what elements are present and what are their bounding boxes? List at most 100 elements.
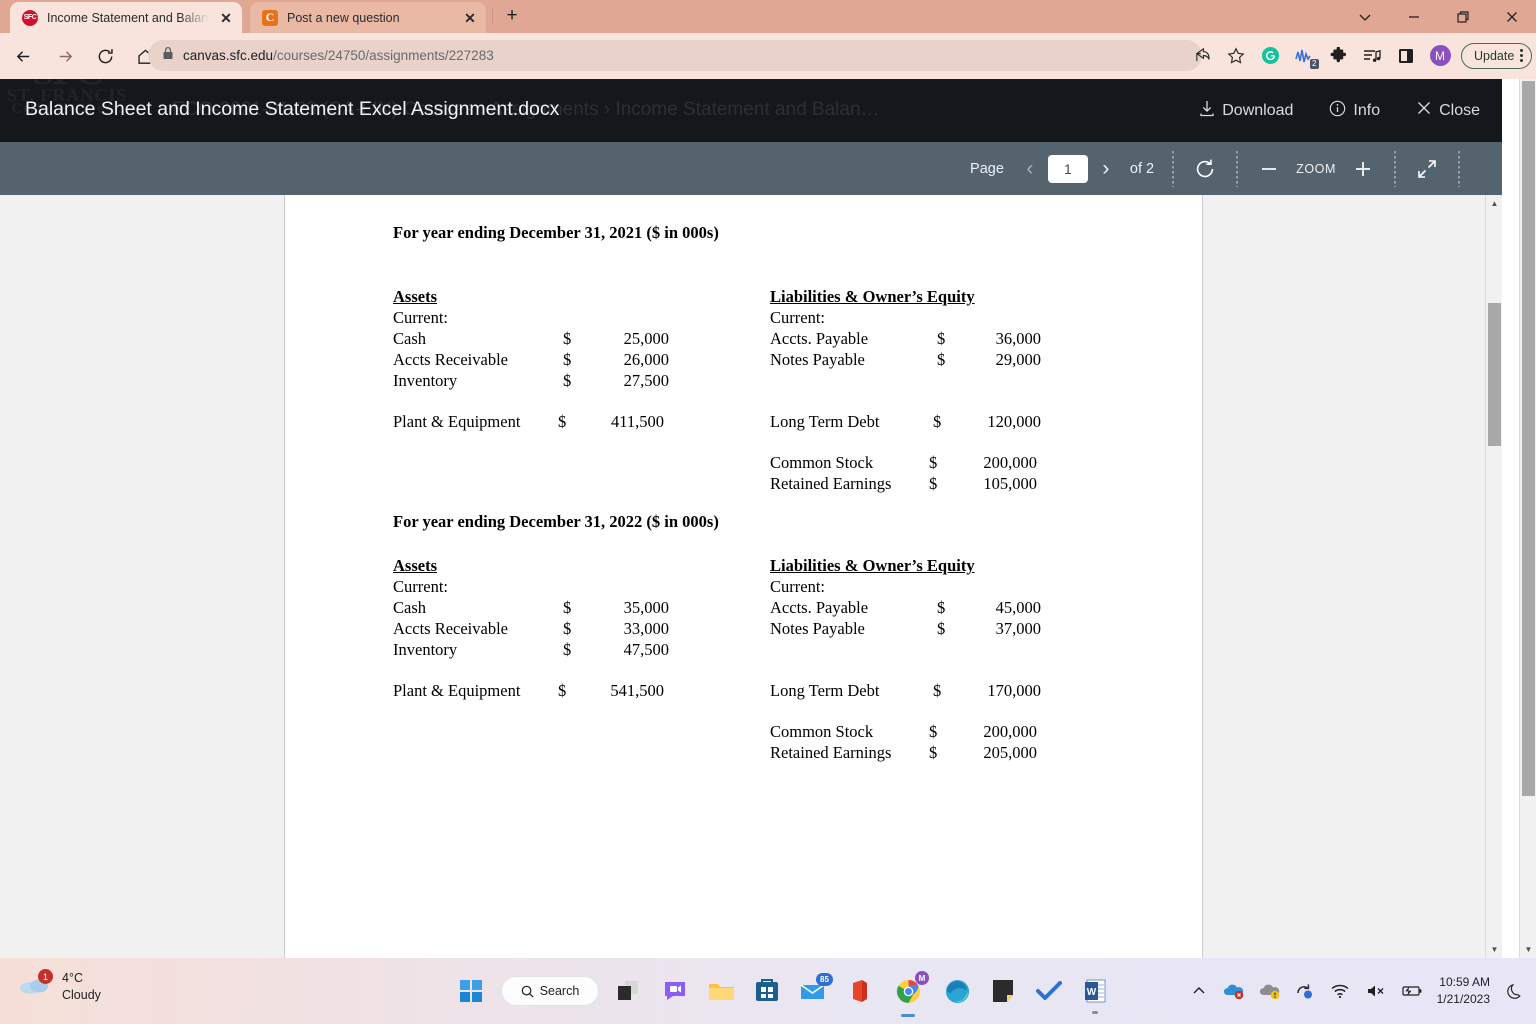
start-button[interactable] <box>455 975 487 1007</box>
extension-badge: 2 <box>1310 59 1319 69</box>
viewer-right-rail <box>1204 195 1502 958</box>
moon-icon[interactable] <box>1504 975 1524 1007</box>
wifi-icon[interactable] <box>1329 975 1351 1007</box>
onedrive-warning-icon[interactable] <box>1259 975 1281 1007</box>
browser-scrollbar-thumb[interactable] <box>1522 81 1535 796</box>
weather-widget[interactable]: 1 4°C Cloudy <box>18 970 101 1004</box>
close-label: Close <box>1439 102 1480 120</box>
lock-icon <box>162 46 174 65</box>
browser-scrollbar[interactable]: ▼ <box>1519 79 1536 958</box>
volume-muted-icon[interactable] <box>1365 975 1387 1007</box>
file-explorer-icon[interactable] <box>705 975 737 1007</box>
liabilities-current-label: Current: <box>770 577 825 597</box>
info-label: Info <box>1353 102 1380 120</box>
extensions-puzzle-icon[interactable] <box>1321 40 1355 71</box>
document-scrollbar-thumb[interactable] <box>1488 303 1501 446</box>
chrome-menu-icon[interactable] <box>1520 49 1523 62</box>
close-icon[interactable] <box>1487 0 1536 33</box>
taskbar-clock[interactable]: 10:59 AM 1/21/2023 <box>1437 974 1490 1009</box>
line-item: Inventory$27,500 <box>393 371 669 391</box>
url-path: /courses/24750/assignments/227283 <box>273 48 494 63</box>
line-item: Plant & Equipment$541,500 <box>393 681 664 701</box>
zoom-out-button[interactable] <box>1256 159 1282 179</box>
assets-column-header: Assets <box>393 287 437 307</box>
line-item: Plant & Equipment$411,500 <box>393 412 664 432</box>
tab-close-icon[interactable]: ✕ <box>218 11 234 25</box>
word-app-icon[interactable]: W <box>1079 975 1111 1007</box>
liabilities-current-label: Current: <box>770 308 825 328</box>
chevron-left-icon[interactable]: ‹ <box>1016 158 1044 179</box>
line-item: Inventory$47,500 <box>393 640 669 660</box>
battery-charging-icon[interactable] <box>1401 975 1423 1007</box>
document-viewer-body: For year ending December 31, 2021 ($ in … <box>0 195 1502 958</box>
bookmark-star-icon[interactable] <box>1219 40 1253 71</box>
line-item: Common Stock$200,000 <box>770 453 1037 473</box>
system-tray: 10:59 AM 1/21/2023 <box>1189 958 1524 1024</box>
chevron-down-icon[interactable] <box>1340 0 1389 33</box>
mail-unread-badge: 85 <box>816 973 833 986</box>
download-button[interactable]: Download <box>1199 100 1293 122</box>
update-button[interactable]: Update <box>1461 43 1532 69</box>
sidepanel-icon[interactable] <box>1389 40 1423 71</box>
tab-divider <box>492 8 493 25</box>
browser-tab-strip: SFC Income Statement and Balance S ✕ C P… <box>0 0 1536 33</box>
task-view-icon[interactable] <box>613 975 645 1007</box>
line-item: Retained Earnings$205,000 <box>770 743 1037 763</box>
edge-app-icon[interactable] <box>941 975 973 1007</box>
mail-app-icon[interactable]: 85 <box>797 975 829 1007</box>
viewer-left-rail <box>0 195 285 958</box>
todo-app-icon[interactable] <box>1033 975 1065 1007</box>
document-scrollbar[interactable]: ▲ ▼ <box>1485 195 1502 958</box>
running-indicator <box>901 1014 915 1017</box>
address-bar[interactable]: canvas.sfc.edu/courses/24750/assignments… <box>148 40 1202 71</box>
rotate-button[interactable] <box>1192 158 1218 180</box>
zoom-in-button[interactable] <box>1350 159 1376 179</box>
grammarly-extension-icon[interactable] <box>1253 40 1287 71</box>
sticky-notes-icon[interactable] <box>987 975 1019 1007</box>
assets-current-label: Current: <box>393 308 448 328</box>
clock-date: 1/21/2023 <box>1437 991 1490 1008</box>
back-button-icon[interactable] <box>10 43 36 69</box>
audio-waveform-extension-icon[interactable]: 2 <box>1287 40 1321 71</box>
chrome-app-icon[interactable]: M <box>889 972 927 1010</box>
chat-app-icon[interactable] <box>659 975 691 1007</box>
profile-avatar[interactable]: M <box>1423 40 1457 71</box>
scroll-down-arrow-icon[interactable]: ▼ <box>1520 941 1536 958</box>
onedrive-error-icon[interactable] <box>1223 975 1245 1007</box>
svg-text:W: W <box>1086 987 1096 998</box>
share-icon[interactable] <box>1185 40 1219 71</box>
restore-icon[interactable] <box>1438 0 1487 33</box>
fullscreen-button[interactable] <box>1414 158 1440 180</box>
clock-time: 10:59 AM <box>1437 974 1490 991</box>
new-tab-button[interactable]: + <box>500 6 524 28</box>
zoom-label: ZOOM <box>1296 162 1336 176</box>
scroll-up-arrow-icon[interactable]: ▲ <box>1486 195 1502 212</box>
media-playlist-icon[interactable] <box>1355 40 1389 71</box>
browser-tab-active[interactable]: SFC Income Statement and Balance S ✕ <box>10 2 242 33</box>
tab-title: Post a new question <box>287 11 453 25</box>
chevron-up-icon[interactable] <box>1189 975 1209 1007</box>
page-navigation-group: Page ‹ 1 › of 2 <box>970 155 1154 183</box>
assets-column-header: Assets <box>393 556 437 576</box>
tab-close-icon[interactable]: ✕ <box>462 11 478 25</box>
forward-button-icon[interactable] <box>52 43 78 69</box>
reload-button-icon[interactable] <box>92 43 118 69</box>
avatar-initial: M <box>1430 45 1451 66</box>
page-number-input[interactable]: 1 <box>1048 155 1088 183</box>
info-button[interactable]: Info <box>1329 100 1380 122</box>
section-heading: For year ending December 31, 2021 ($ in … <box>393 223 719 243</box>
liabilities-column-header: Liabilities & Owner’s Equity <box>770 287 975 307</box>
viewer-header-actions: Download Info Close <box>1199 79 1480 142</box>
line-item: Accts Receivable$26,000 <box>393 350 669 370</box>
scroll-down-arrow-icon[interactable]: ▼ <box>1486 941 1502 958</box>
microsoft-store-icon[interactable] <box>751 975 783 1007</box>
minimize-icon[interactable] <box>1389 0 1438 33</box>
chevron-right-icon[interactable]: › <box>1092 158 1120 179</box>
browser-tab-inactive[interactable]: C Post a new question ✕ <box>250 2 486 33</box>
office-app-icon[interactable] <box>843 975 875 1007</box>
line-item: Cash$35,000 <box>393 598 669 618</box>
close-viewer-button[interactable]: Close <box>1416 100 1480 121</box>
weather-temp: 4°C <box>62 970 101 987</box>
search-button[interactable]: Search <box>501 976 599 1006</box>
update-sync-icon[interactable] <box>1295 975 1315 1007</box>
